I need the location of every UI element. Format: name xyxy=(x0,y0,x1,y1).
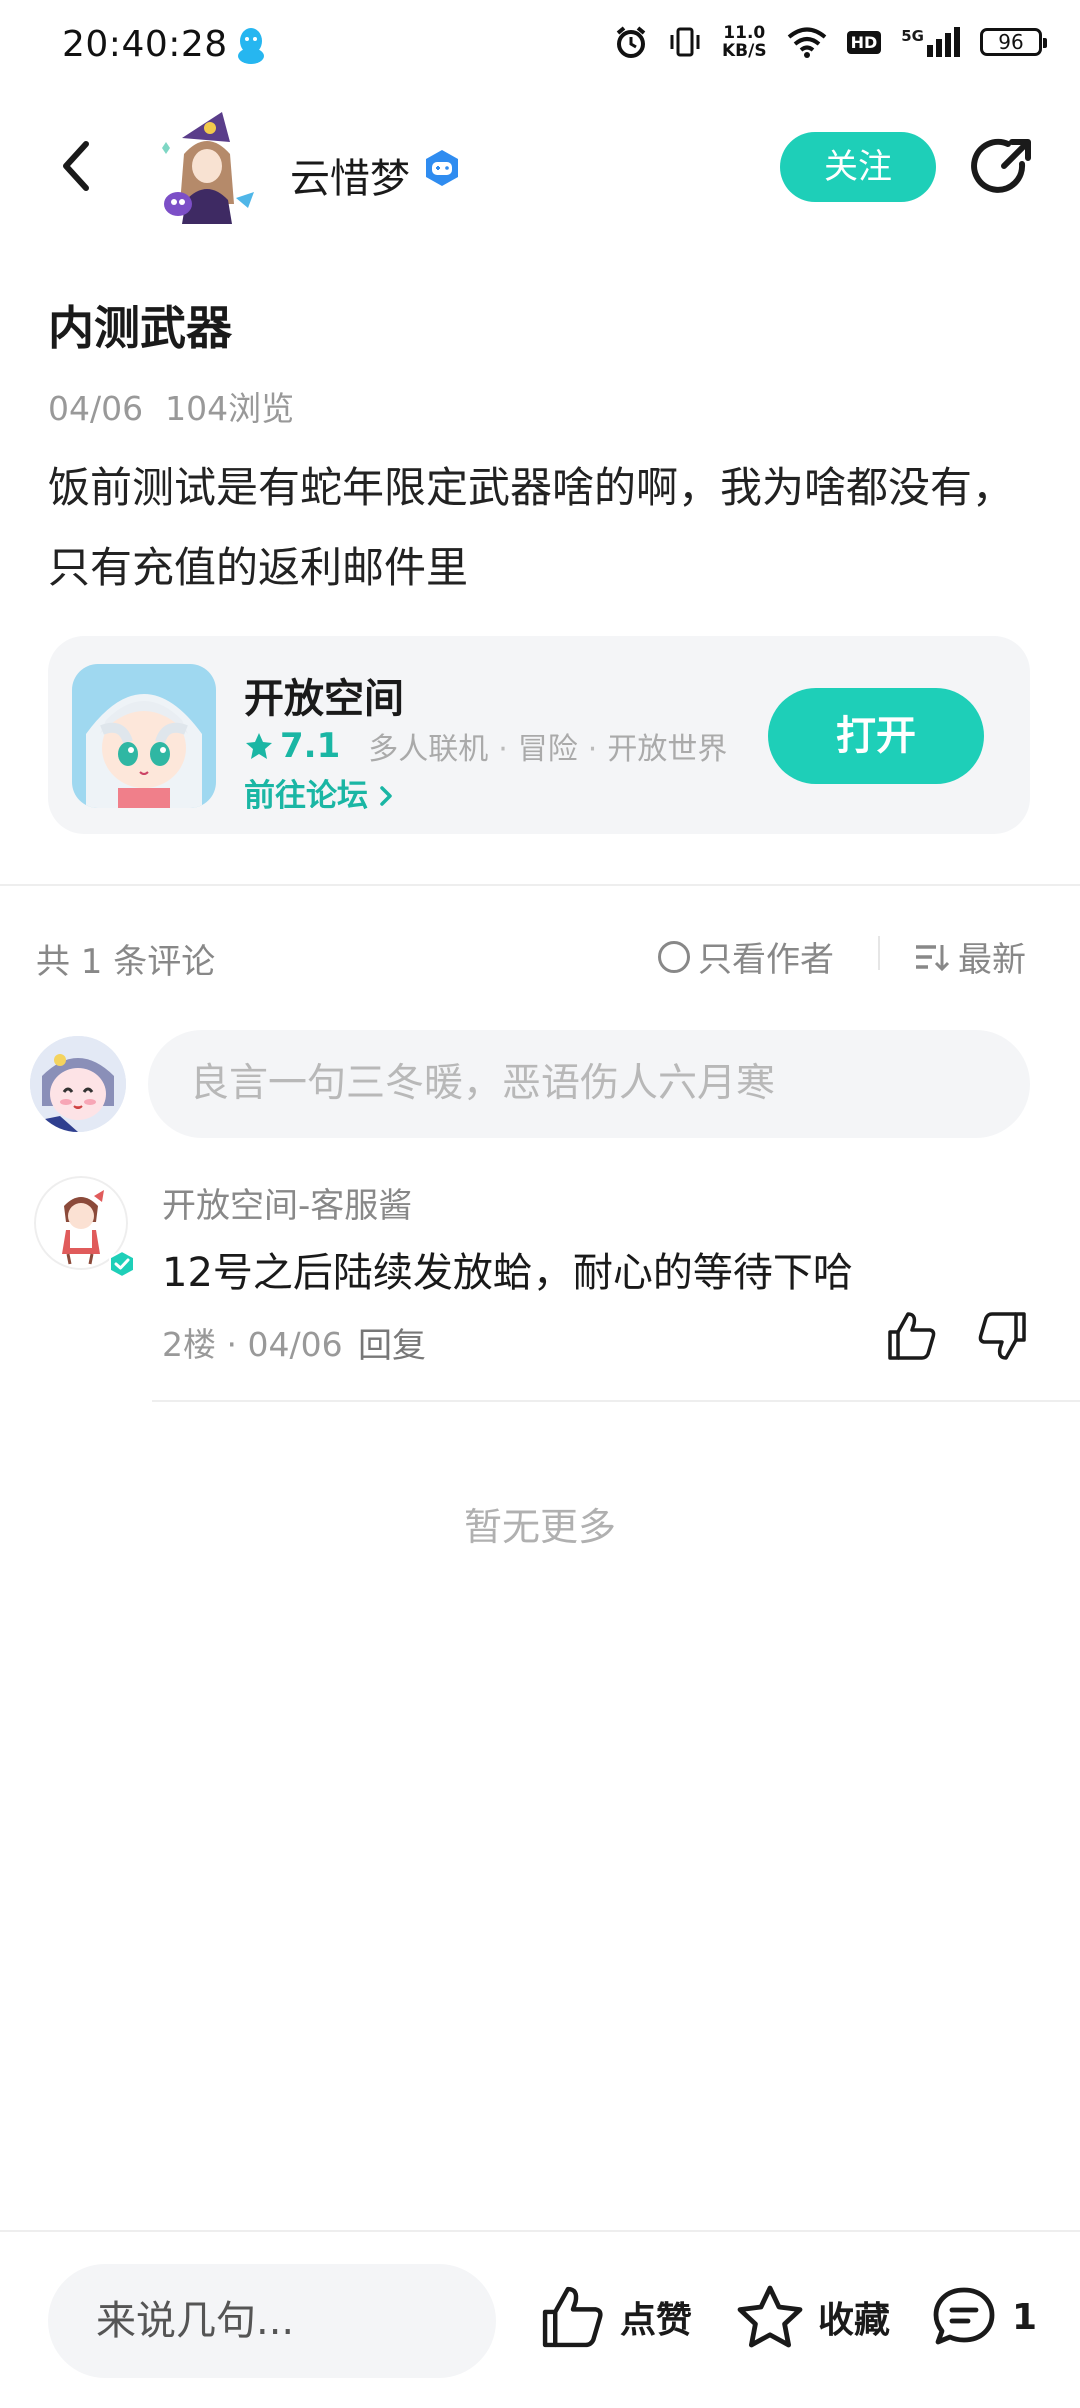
chevron-right-icon xyxy=(380,786,392,806)
hd-badge: HD xyxy=(846,30,882,54)
chat-bubble-icon xyxy=(933,2287,995,2345)
creator-badge-icon xyxy=(422,148,462,192)
author-avatar[interactable] xyxy=(152,108,262,224)
radio-icon xyxy=(658,940,690,973)
game-rating: 7.1 xyxy=(280,726,341,766)
official-badge-icon xyxy=(108,1249,136,1282)
share-button[interactable] xyxy=(968,134,1036,202)
status-time: 20:40:28 xyxy=(62,24,228,65)
thumbs-up-icon xyxy=(888,1312,936,1360)
open-game-button[interactable]: 打开 xyxy=(768,688,984,784)
net-speed: 11.0 KB/S xyxy=(721,23,767,61)
comment-text: 12号之后陆续发放蛤，耐心的等待下哈 xyxy=(162,1250,853,1296)
follow-button[interactable]: 关注 xyxy=(780,132,936,202)
my-avatar[interactable] xyxy=(30,1036,126,1132)
comment-input[interactable]: 良言一句三冬暖，恶语伤人六月寒 xyxy=(148,1030,1030,1138)
game-card[interactable]: 开放空间 7.1 多人联机 · 冒险 · 开放世界 前往论坛 打开 xyxy=(48,636,1030,834)
like-label: 点赞 xyxy=(620,2300,693,2341)
game-name: 开放空间 xyxy=(244,676,404,722)
divider xyxy=(0,884,1080,886)
status-icons: 11.0 KB/S HD 5G 96 xyxy=(614,23,1047,61)
post-title: 内测武器 xyxy=(48,301,232,355)
forum-link[interactable]: 前往论坛 xyxy=(244,770,398,815)
back-button[interactable] xyxy=(52,134,108,198)
author-only-toggle[interactable]: 只看作者 xyxy=(658,932,834,981)
divider xyxy=(878,936,880,970)
comment-dislike-button[interactable] xyxy=(976,1310,1028,1362)
author-only-label: 只看作者 xyxy=(698,940,834,980)
game-tags: 多人联机 · 冒险 · 开放世界 xyxy=(368,732,728,767)
comment-like-button[interactable] xyxy=(886,1310,938,1362)
game-tag: 开放世界 xyxy=(607,732,728,767)
share-icon xyxy=(971,138,1031,193)
sort-label: 最新 xyxy=(958,940,1026,980)
qq-icon xyxy=(236,26,266,70)
sort-button[interactable]: 最新 xyxy=(914,932,1026,981)
divider xyxy=(152,1400,1080,1402)
chevron-left-icon xyxy=(63,141,89,191)
bottom-comment-input[interactable]: 来说几句... xyxy=(48,2264,496,2378)
author-name[interactable]: 云惜梦 xyxy=(290,146,410,204)
post-date: 04/06 xyxy=(48,389,144,428)
comment-count-badge: 1 xyxy=(1012,2296,1038,2338)
favorite-label: 收藏 xyxy=(818,2300,891,2341)
star-icon xyxy=(246,733,272,759)
post-views: 104浏览 xyxy=(165,389,295,428)
alarm-icon xyxy=(616,26,646,58)
game-icon[interactable] xyxy=(72,664,216,808)
game-rating-row: 7.1 多人联机 · 冒险 · 开放世界 xyxy=(244,724,727,768)
vibrate-icon xyxy=(670,27,700,57)
comment-username[interactable]: 开放空间-客服酱 xyxy=(162,1178,412,1227)
no-more-text: 暂无更多 xyxy=(463,1505,616,1549)
game-tag: 冒险 xyxy=(517,732,578,767)
sort-icon xyxy=(916,944,950,971)
post-meta: 04/06 104浏览 xyxy=(48,382,294,430)
post-body: 饭前测试是有蛇年限定武器啥的啊，我为啥都没有，只有充值的返利邮件里 xyxy=(48,463,1015,592)
comments-button[interactable]: 1 xyxy=(930,2284,1037,2350)
signal-5g-icon: 5G xyxy=(901,27,960,57)
like-button[interactable]: 点赞 xyxy=(540,2284,692,2350)
thumbs-up-icon xyxy=(542,2286,603,2348)
divider xyxy=(0,2230,1080,2232)
game-tag: 多人联机 xyxy=(368,732,489,767)
comment-count: 共 1 条评论 xyxy=(36,942,216,982)
reply-button[interactable]: 回复 xyxy=(358,1318,426,1367)
wifi-icon xyxy=(787,27,826,58)
battery-indicator: 96 xyxy=(980,28,1047,56)
comment-meta: 2楼 · 04/06 xyxy=(162,1325,343,1364)
star-outline-icon xyxy=(737,2285,803,2348)
thumbs-down-icon xyxy=(978,1312,1026,1360)
favorite-button[interactable]: 收藏 xyxy=(736,2284,890,2350)
